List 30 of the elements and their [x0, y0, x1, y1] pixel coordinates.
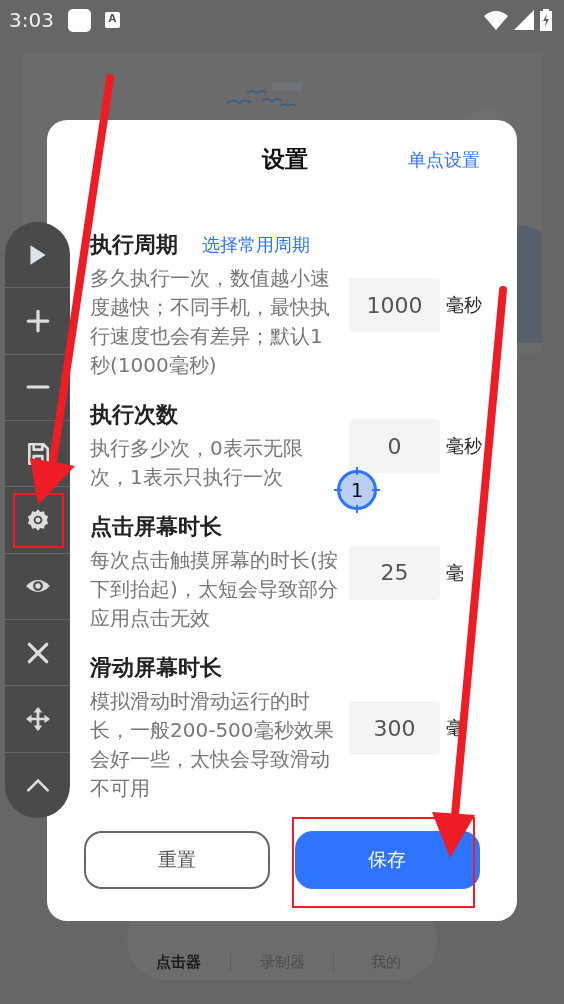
signal-icon — [514, 10, 534, 30]
setting-title: 执行次数 — [90, 401, 178, 429]
number-field[interactable]: 25 — [349, 545, 440, 600]
highlight-box — [13, 493, 64, 548]
notification-icon — [67, 8, 91, 32]
minus-icon — [24, 385, 51, 390]
status-time: 3:03 — [9, 8, 54, 32]
setting-description: 每次点击触摸屏幕的时长(按下到抬起)，太短会导致部分应用点击无效 — [90, 547, 339, 632]
reset-button[interactable]: 重置 — [84, 831, 270, 889]
single-point-settings-link[interactable]: 单点设置 — [408, 148, 480, 172]
battery-icon — [540, 9, 552, 31]
setting-title: 点击屏幕时长 — [90, 513, 222, 541]
setting-description: 执行多少次，0表示无限次，1表示只执行一次 — [90, 435, 304, 491]
unit-label: 毫秒 — [446, 293, 482, 317]
move-icon — [24, 705, 51, 732]
keyboard-badge: A — [104, 12, 120, 28]
setting-title: 滑动屏幕时长 — [90, 654, 222, 682]
number-field[interactable]: 1000 — [349, 278, 440, 332]
setting-description: 模拟滑动时滑动运行的时长，一般200-500毫秒效果会好一些，太快会导致滑动不可用 — [90, 688, 335, 802]
setting-description: 多久执行一次，数值越小速度越快；不同手机，最快执行速度也会有差异；默认1秒(1000毫秒) — [90, 265, 331, 379]
save-button[interactable]: 保存 — [294, 831, 480, 889]
number-field[interactable]: 300 — [349, 701, 440, 755]
choose-period-link[interactable]: 选择常用周期 — [202, 233, 310, 257]
dialog-title: 设置 — [262, 144, 308, 174]
unit-label: 毫 — [446, 560, 464, 585]
setting-title: 执行周期 — [90, 231, 178, 259]
wifi-icon — [484, 10, 508, 30]
unit-label: 毫秒 — [446, 434, 482, 458]
number-field[interactable]: 0 — [349, 419, 440, 473]
plus-icon — [24, 308, 51, 334]
